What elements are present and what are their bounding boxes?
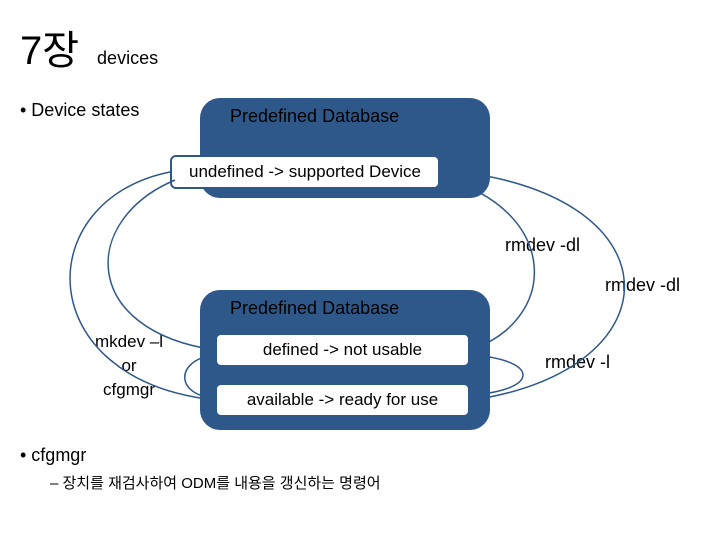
label-rmdev-dl-2: rmdev -dl: [605, 275, 680, 296]
page-title-row: 7장 devices: [20, 18, 158, 76]
state-box-defined: defined -> not usable: [215, 333, 470, 367]
bullet-device-states: • Device states: [20, 100, 139, 121]
database-label-top: Predefined Database: [230, 106, 399, 127]
arrows-layer: [0, 0, 720, 540]
label-rmdev-dl-1: rmdev -dl: [505, 235, 580, 256]
database-label-bottom: Predefined Database: [230, 298, 399, 319]
bullet-cfgmgr: • cfgmgr: [20, 445, 86, 466]
label-mkdev-cfgmgr: mkdev –lorcfgmgr: [95, 330, 163, 401]
bullet-cfgmgr-desc: – 장치를 재검사하여 ODM를 내용을 갱신하는 명령어: [50, 472, 381, 493]
state-box-available: available -> ready for use: [215, 383, 470, 417]
state-box-undefined: undefined -> supported Device: [170, 155, 440, 189]
label-rmdev-l: rmdev -l: [545, 352, 610, 373]
page-subtitle: devices: [97, 48, 158, 69]
arrow-undefined-to-defined: [108, 180, 215, 350]
page-title: 7장: [20, 18, 79, 76]
